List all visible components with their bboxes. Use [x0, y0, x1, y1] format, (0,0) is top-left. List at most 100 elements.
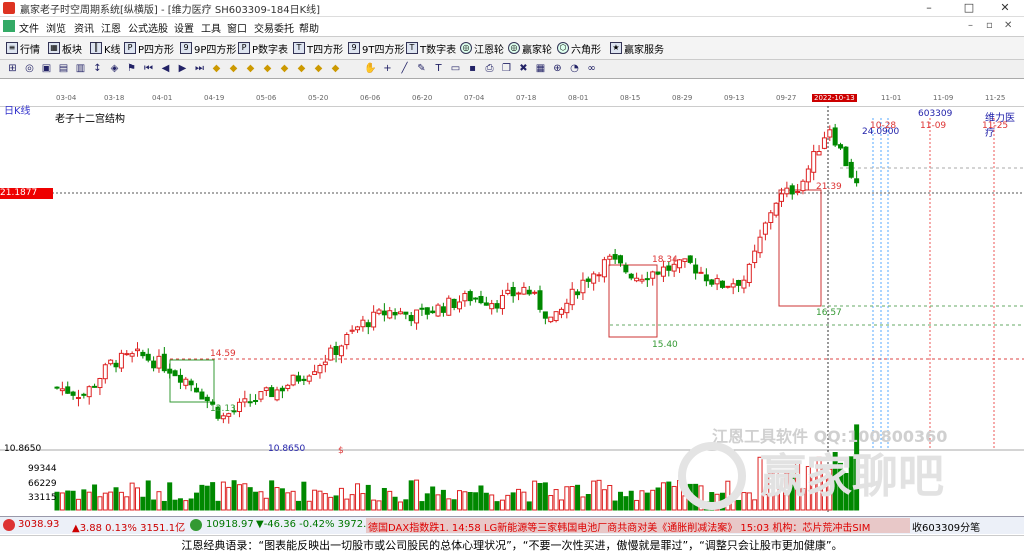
candle-body	[194, 387, 200, 393]
candle	[172, 369, 178, 377]
9t-square-button[interactable]: 9 9T四方形	[348, 40, 404, 56]
menu-news[interactable]: 资讯	[74, 20, 94, 35]
t-table-button[interactable]: T T数字表	[406, 40, 456, 56]
arrow-icon[interactable]: ↕	[91, 62, 104, 75]
menu-help[interactable]: 帮助	[299, 20, 319, 35]
candlestick-chart[interactable]: 14.5912.1310.865018.3415.4021.3916.5724.…	[0, 94, 1024, 516]
ruler-icon[interactable]: ▭	[449, 62, 462, 75]
menu-app-icon[interactable]	[3, 20, 15, 32]
select-icon[interactable]: ◈	[108, 62, 121, 75]
layout-icon[interactable]: ⊞	[6, 62, 19, 75]
grid-icon[interactable]: ▦	[534, 62, 547, 75]
candle-body	[677, 259, 683, 269]
candle	[607, 253, 613, 266]
pie-icon[interactable]: ◔	[568, 62, 581, 75]
menu-tools[interactable]: 工具	[201, 20, 221, 35]
diamond-icon[interactable]: ◆	[295, 62, 308, 75]
kline-button[interactable]: ║ K线	[90, 40, 121, 56]
p-table-button[interactable]: P P数字表	[238, 40, 288, 56]
candle	[242, 390, 248, 408]
diamond-icon[interactable]: ◆	[329, 62, 342, 75]
volume-bar	[290, 490, 296, 511]
volume-bar	[671, 485, 677, 511]
chart-icon[interactable]: ▤	[57, 62, 70, 75]
p-square-button[interactable]: P P四方形	[124, 40, 174, 56]
mdi-close-button[interactable]: ✕	[1004, 20, 1012, 31]
news-ticker-text: 德国DAX指数跌1. 14:58 LG新能源等三家韩国电池厂商共商对美《通胀削减…	[368, 523, 871, 533]
tick-detail-button[interactable]: 收603309分笔	[912, 519, 980, 534]
next-icon[interactable]: ▶	[176, 62, 189, 75]
wheel-icon[interactable]: ◎	[23, 62, 36, 75]
sz-index[interactable]: 10918.97	[206, 519, 254, 530]
copy-icon[interactable]: ❐	[500, 62, 513, 75]
sh-change: ▲3.88 0.13% 3151.1亿	[72, 523, 186, 534]
diamond-icon[interactable]: ◆	[261, 62, 274, 75]
diamond-icon[interactable]: ◆	[278, 62, 291, 75]
candle-body	[253, 400, 259, 403]
volume-bar	[371, 499, 377, 511]
t-square-button[interactable]: T T四方形	[293, 40, 343, 56]
save-icon[interactable]: ▪	[466, 62, 479, 75]
flag-icon[interactable]: ⚑	[125, 62, 138, 75]
news-ticker[interactable]: 德国DAX指数跌1. 14:58 LG新能源等三家韩国电池厂商共商对美《通胀削减…	[366, 518, 910, 533]
candle	[719, 280, 725, 289]
diamond-icon[interactable]: ◆	[312, 62, 325, 75]
menu-file[interactable]: 文件	[19, 20, 39, 35]
menu-settings[interactable]: 设置	[174, 20, 194, 35]
menu-window[interactable]: 窗口	[227, 20, 247, 35]
menu-gann[interactable]: 江恩	[101, 20, 121, 35]
volume-bar	[462, 491, 468, 511]
gann-wheel-button[interactable]: ◎ 江恩轮	[460, 40, 504, 56]
quote-button[interactable]: ≡ 行情	[6, 40, 40, 56]
candle-body	[832, 127, 838, 146]
volume-bar	[510, 492, 516, 511]
hexagon-button[interactable]: ⬡ 六角形	[557, 40, 601, 56]
delete-icon[interactable]: ✖	[517, 62, 530, 75]
maximize-button[interactable]: □	[954, 0, 984, 16]
line-icon[interactable]: ╱	[398, 62, 411, 75]
close-button[interactable]: ✕	[990, 0, 1020, 16]
sector-button[interactable]: ▦ 板块	[48, 40, 82, 56]
menu-formula[interactable]: 公式选股	[128, 20, 168, 35]
candle	[124, 350, 130, 356]
candle	[714, 274, 720, 291]
volume-bar	[532, 480, 538, 511]
mdi-minimize-button[interactable]: –	[968, 20, 973, 31]
price-label: 18.34	[652, 255, 678, 265]
text-icon[interactable]: T	[432, 62, 445, 75]
9p-square-button[interactable]: 9 9P四方形	[180, 40, 236, 56]
hexagon-label: 六角形	[571, 44, 601, 56]
infinity-icon[interactable]: ∞	[585, 62, 598, 75]
mdi-restore-button[interactable]: ▫	[986, 20, 993, 31]
candle-body	[789, 185, 795, 195]
diamond-icon[interactable]: ◆	[244, 62, 257, 75]
candle	[682, 258, 688, 268]
cross-icon[interactable]: +	[381, 62, 394, 75]
volume-bar	[618, 491, 623, 511]
menu-browse[interactable]: 浏览	[46, 20, 66, 35]
winner-wheel-button[interactable]: ◎ 赢家轮	[508, 40, 552, 56]
zoom-icon[interactable]: ⊕	[551, 62, 564, 75]
diamond-icon[interactable]: ◆	[227, 62, 240, 75]
first-icon[interactable]: ⏮	[142, 62, 155, 75]
menu-trade[interactable]: 交易委托	[254, 20, 294, 35]
service-button[interactable]: ★ 赢家服务	[610, 40, 664, 56]
hand-icon[interactable]: ✋	[364, 62, 377, 75]
candle	[494, 300, 500, 313]
last-icon[interactable]: ⏭	[193, 62, 206, 75]
volume-bar	[660, 482, 666, 511]
sh-index[interactable]: 3038.93	[18, 519, 59, 530]
book-icon[interactable]: ▥	[74, 62, 87, 75]
candle	[113, 359, 119, 373]
brush-icon[interactable]: ✎	[415, 62, 428, 75]
print-icon[interactable]: ⎙	[483, 62, 496, 75]
volume-bar	[601, 489, 607, 511]
candle-body	[827, 129, 833, 138]
candle	[478, 290, 484, 305]
candle	[457, 295, 462, 313]
candle-body	[236, 401, 242, 412]
prev-icon[interactable]: ◀	[159, 62, 172, 75]
diamond-icon[interactable]: ◆	[210, 62, 223, 75]
minimize-button[interactable]: –	[914, 0, 944, 16]
box-icon[interactable]: ▣	[40, 62, 53, 75]
